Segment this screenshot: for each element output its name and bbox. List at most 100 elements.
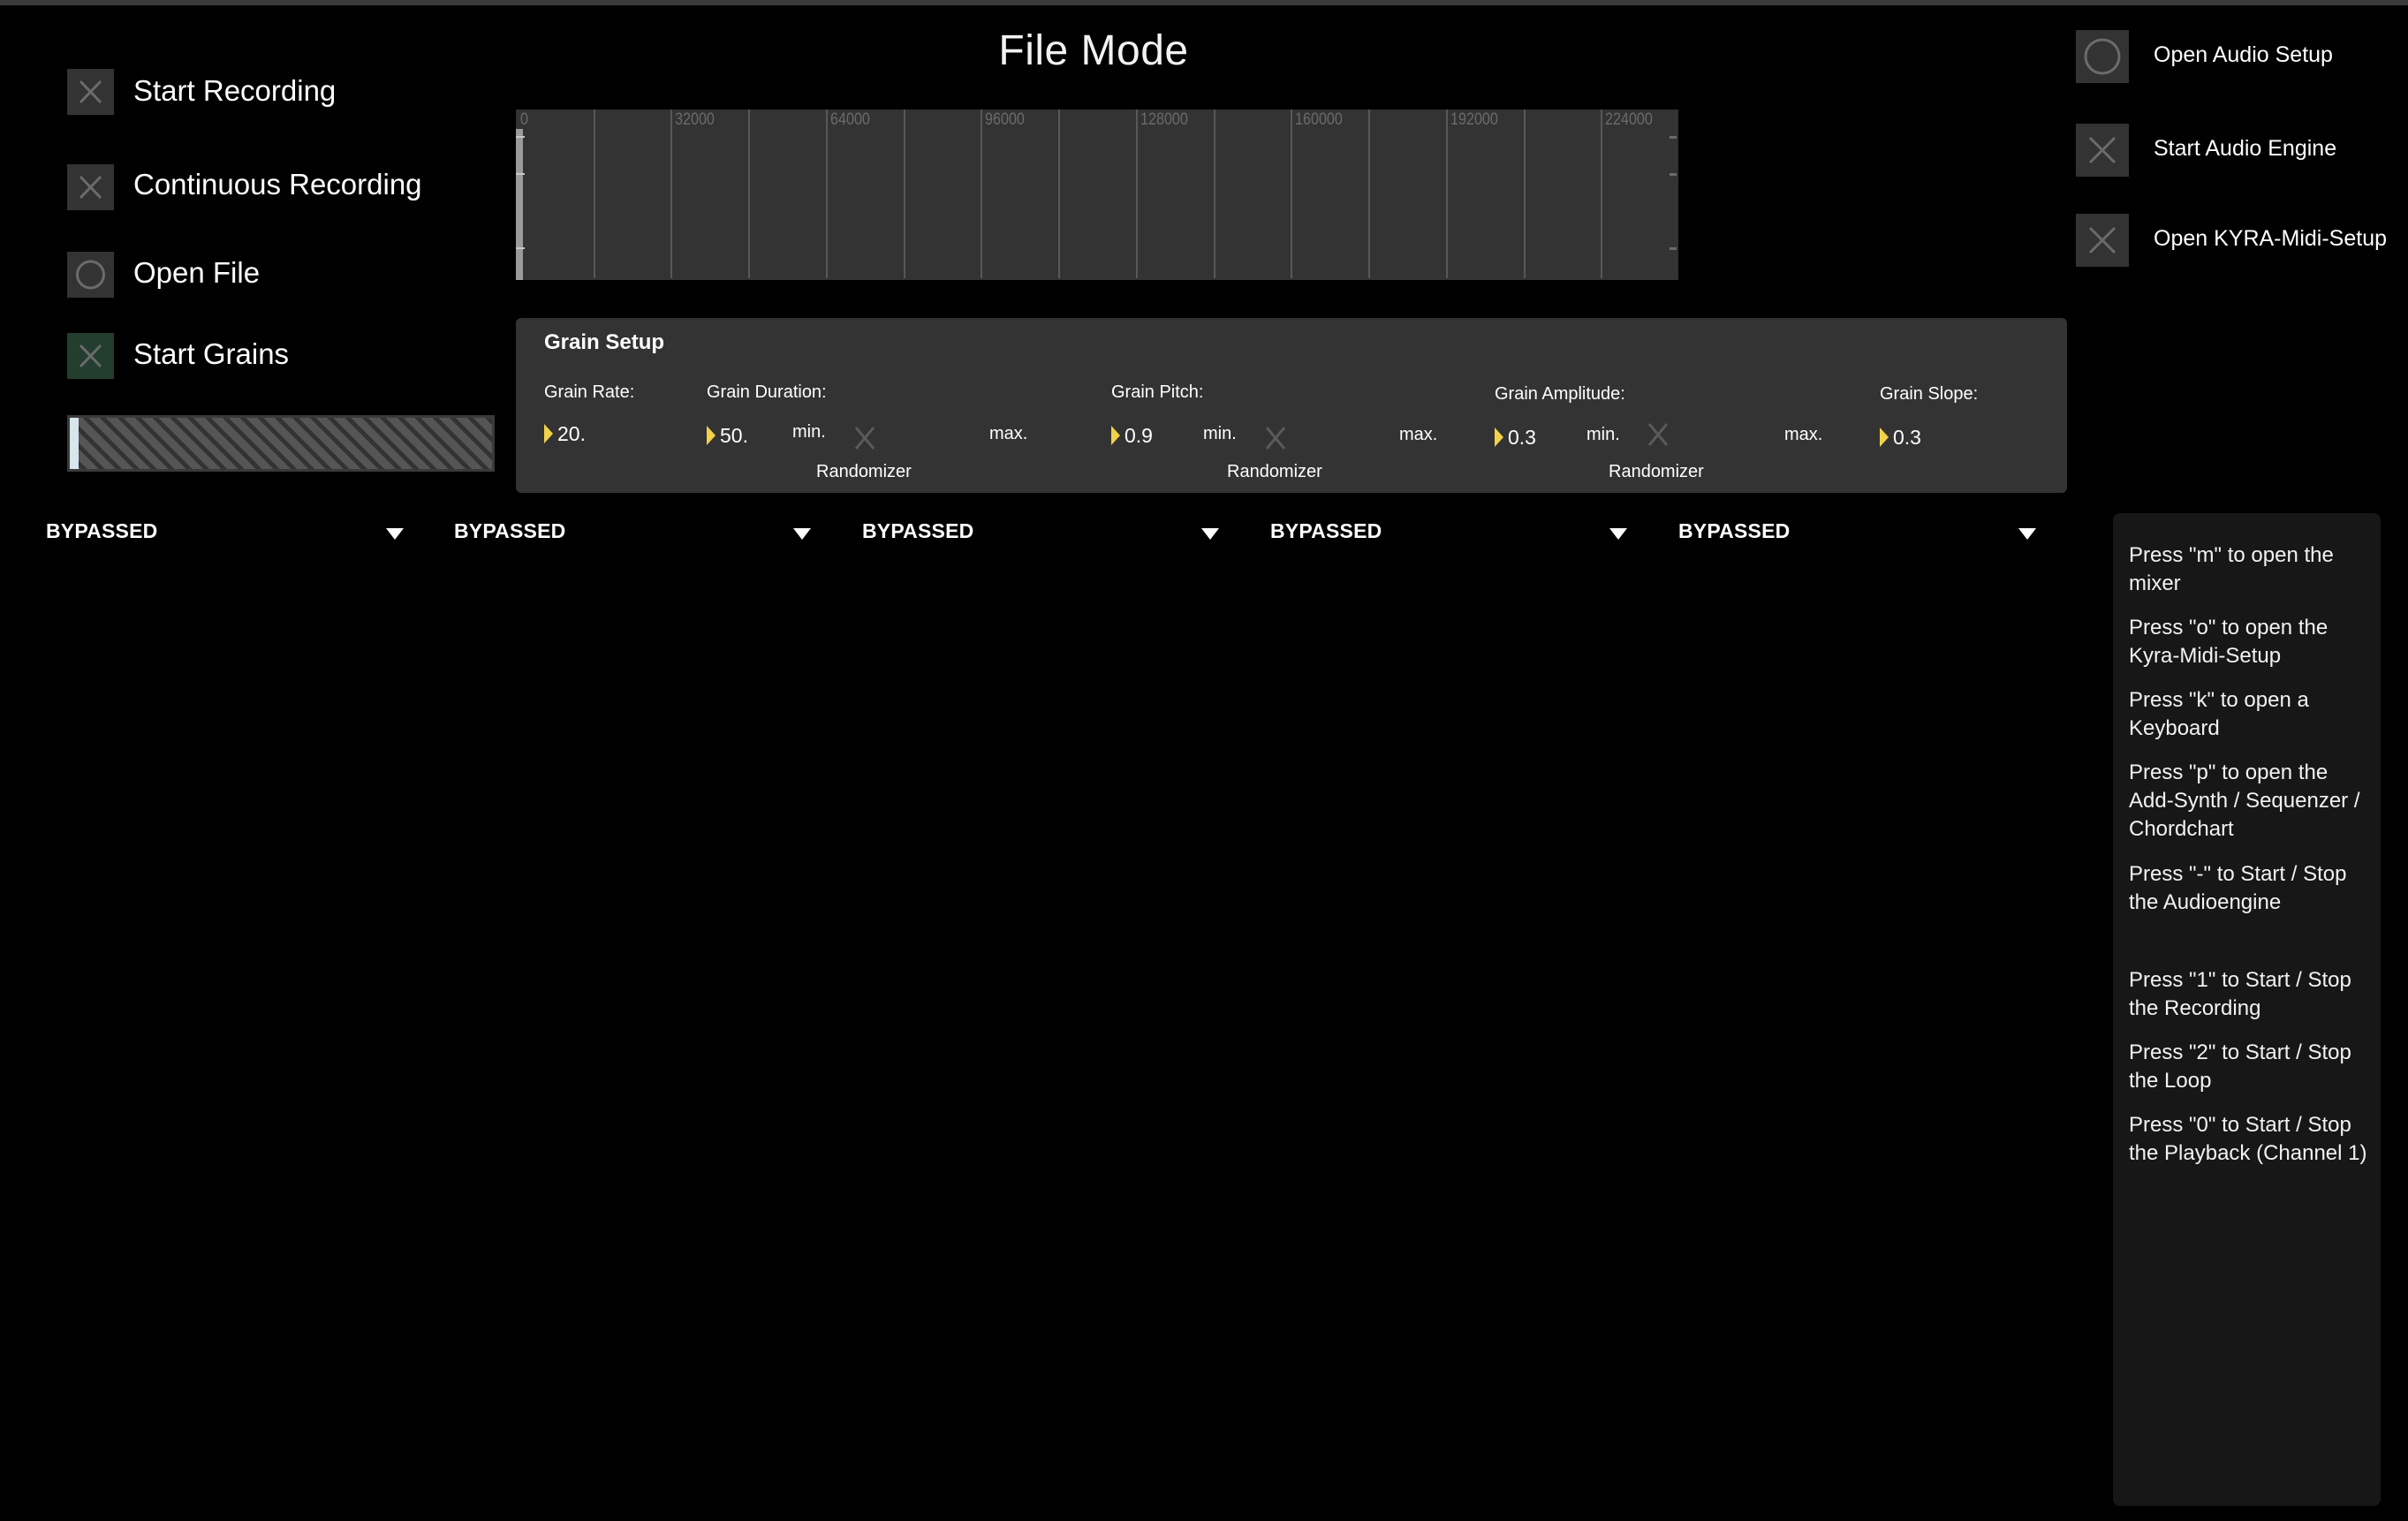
grain-rate-number[interactable]: 20. <box>544 422 586 446</box>
help-line: Press "1" to Start / Stop the Recording <box>2129 968 2351 1020</box>
level-marker <box>516 136 525 138</box>
grain-amplitude-number[interactable]: 0.3 <box>1495 426 1536 450</box>
chevron-down-icon[interactable] <box>1201 528 1219 540</box>
x-icon <box>2088 226 2116 254</box>
window-top-strip <box>0 0 2408 5</box>
grain-slope-number[interactable]: 0.3 <box>1880 426 1921 450</box>
amplitude-randomizer-toggle[interactable] <box>1645 420 1671 449</box>
waveform-grid-line <box>1058 110 1061 278</box>
continuous-recording-toggle[interactable] <box>67 164 114 210</box>
level-marker <box>1670 173 1677 176</box>
x-icon <box>79 175 102 200</box>
pitch-max-label: max. <box>1399 425 1438 444</box>
open-kyra-midi-setup-label: Open KYRA-Midi-Setup <box>2154 226 2388 251</box>
grain-pitch-value: 0.9 <box>1124 424 1153 447</box>
waveform-grid-line <box>593 110 595 278</box>
waveform-grid-line <box>1523 110 1526 278</box>
open-file-label: Open File <box>133 256 261 289</box>
grain-slope-label: Grain Slope: <box>1880 384 1979 404</box>
waveform-tick-label: 32000 <box>675 110 716 129</box>
grain-duration-number[interactable]: 50. <box>707 424 748 448</box>
x-icon <box>2088 136 2116 164</box>
waveform-tick-label: 128000 <box>1140 110 1188 129</box>
amplitude-max-label: max. <box>1784 425 1823 444</box>
triangle-icon <box>707 425 716 445</box>
help-line: Press "0" to Start / Stop the Playback (… <box>2129 1113 2367 1165</box>
keyboard-shortcuts-panel: Press "m" to open the mixer Press "o" to… <box>2113 513 2381 1506</box>
waveform-grid-line <box>1135 110 1138 278</box>
effect-slot-3-select[interactable]: BYPASSED <box>862 519 973 543</box>
help-line: Press "k" to open a Keyboard <box>2129 688 2309 740</box>
grain-amplitude-label: Grain Amplitude: <box>1495 384 1625 404</box>
start-recording-toggle[interactable] <box>67 69 114 115</box>
chevron-down-icon[interactable] <box>793 528 811 540</box>
x-icon <box>79 344 102 368</box>
pitch-randomizer-toggle[interactable] <box>1262 424 1289 452</box>
start-recording-label: Start Recording <box>133 74 337 107</box>
waveform-tick-label: 64000 <box>829 110 870 129</box>
open-file-button[interactable] <box>67 252 114 298</box>
waveform-grid-line <box>1601 110 1603 278</box>
level-marker <box>1670 247 1677 250</box>
waveform-grid-line <box>1445 110 1448 278</box>
amplitude-randomizer-label: Randomizer <box>1609 462 1704 481</box>
chevron-down-icon[interactable] <box>386 528 404 540</box>
start-audio-engine-label: Start Audio Engine <box>2154 136 2337 161</box>
pitch-min-label: min. <box>1203 424 1237 443</box>
circle-icon <box>76 260 105 290</box>
circle-icon <box>2084 38 2121 75</box>
waveform-grid-line <box>1291 110 1293 278</box>
waveform-grid-line <box>1368 110 1371 278</box>
grain-duration-label: Grain Duration: <box>707 382 827 402</box>
open-kyra-midi-setup-toggle[interactable] <box>2076 214 2129 267</box>
waveform-grid-line <box>981 110 983 278</box>
level-meter-fill <box>70 418 79 469</box>
effect-slot-1-select[interactable]: BYPASSED <box>46 519 157 543</box>
waveform-tick-label: 192000 <box>1450 110 1498 129</box>
duration-randomizer-label: Randomizer <box>816 462 912 481</box>
grain-pitch-number[interactable]: 0.9 <box>1111 424 1153 448</box>
waveform-grid-line <box>670 110 673 278</box>
waveform-tick-label: 224000 <box>1605 110 1654 129</box>
waveform-left-strip <box>516 129 523 280</box>
level-meter[interactable] <box>67 415 495 472</box>
chevron-down-icon[interactable] <box>1609 528 1627 540</box>
waveform-grid-line <box>1213 110 1215 278</box>
waveform-grid-line <box>825 110 828 278</box>
help-line: Press "2" to Start / Stop the Loop <box>2129 1040 2351 1093</box>
triangle-icon <box>1880 427 1889 447</box>
effect-slot-2-select[interactable]: BYPASSED <box>454 519 565 543</box>
grain-rate-value: 20. <box>557 422 586 445</box>
grain-rate-label: Grain Rate: <box>544 382 635 402</box>
start-grains-label: Start Grains <box>133 337 290 370</box>
duration-max-label: max. <box>989 424 1028 443</box>
help-line: Press "m" to open the mixer <box>2129 543 2334 595</box>
grain-amplitude-value: 0.3 <box>1508 426 1536 449</box>
level-marker <box>516 247 525 249</box>
grain-setup-title: Grain Setup <box>544 330 665 354</box>
triangle-icon <box>544 423 553 443</box>
continuous-recording-label: Continuous Recording <box>133 168 422 201</box>
waveform-tick-label: 160000 <box>1295 110 1344 129</box>
triangle-icon <box>1111 425 1120 445</box>
grain-duration-value: 50. <box>720 424 748 447</box>
level-marker <box>516 173 525 175</box>
grain-pitch-label: Grain Pitch: <box>1111 382 1204 402</box>
waveform-tick-label: 0 <box>520 110 528 129</box>
page-title: File Mode <box>998 27 1189 74</box>
waveform-grid-line <box>903 110 905 278</box>
waveform-display[interactable]: 0 32000 64000 96000 128000 160000 192000 224000 <box>516 110 1678 280</box>
start-grains-toggle[interactable] <box>67 333 114 379</box>
x-icon <box>79 79 102 104</box>
triangle-icon <box>1495 427 1503 447</box>
duration-randomizer-toggle[interactable] <box>852 424 878 452</box>
start-audio-engine-toggle[interactable] <box>2076 124 2129 177</box>
effect-slot-4-select[interactable]: BYPASSED <box>1270 519 1382 543</box>
grain-slope-value: 0.3 <box>1893 426 1921 449</box>
open-audio-setup-button[interactable] <box>2076 30 2129 83</box>
chevron-down-icon[interactable] <box>2018 528 2036 540</box>
effect-slot-5-select[interactable]: BYPASSED <box>1678 519 1790 543</box>
duration-min-label: min. <box>792 422 826 442</box>
waveform-grid-line <box>748 110 751 278</box>
open-audio-setup-label: Open Audio Setup <box>2154 42 2333 67</box>
